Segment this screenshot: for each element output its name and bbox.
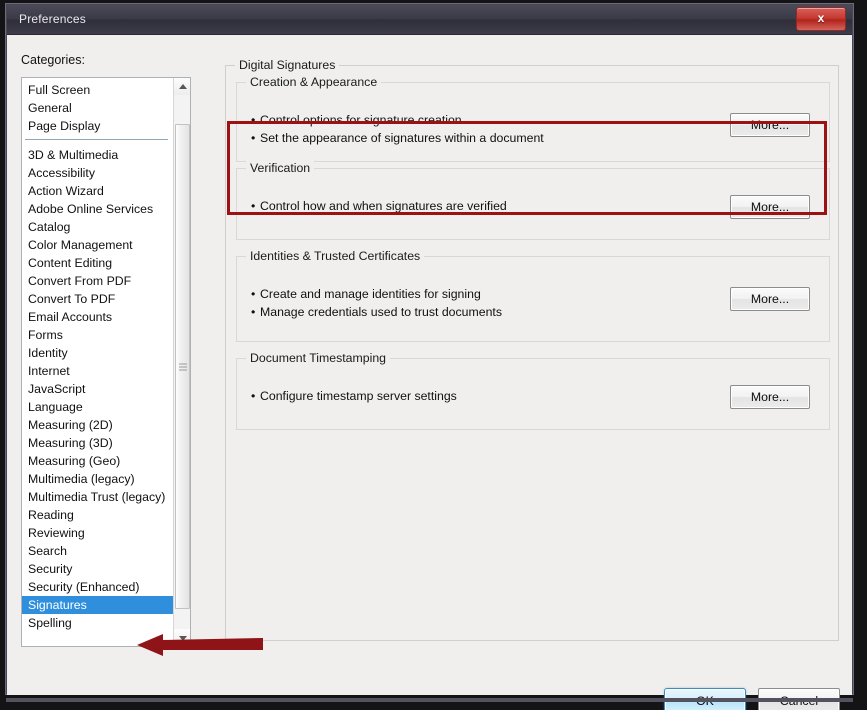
- preferences-window: Preferences x Categories: Full Screen Gen…: [6, 4, 853, 710]
- category-list-scrollbar[interactable]: [173, 78, 190, 646]
- more-button[interactable]: More...: [730, 113, 810, 137]
- category-item[interactable]: Language: [22, 398, 174, 416]
- bullet-item: • Create and manage identities for signin…: [251, 285, 502, 303]
- digital-signatures-group-title: Digital Signatures: [235, 58, 340, 72]
- category-item-selected[interactable]: Signatures: [22, 596, 174, 614]
- category-item[interactable]: Reading: [22, 506, 174, 524]
- categories-label: Categories:: [21, 53, 85, 67]
- category-item[interactable]: Measuring (Geo): [22, 452, 174, 470]
- category-item[interactable]: Identity: [22, 344, 174, 362]
- category-item[interactable]: Color Management: [22, 236, 174, 254]
- dialog-client-area: Categories: Full Screen General Page Displ…: [7, 35, 852, 710]
- triangle-up-icon: [178, 83, 187, 89]
- category-item[interactable]: Catalog: [22, 218, 174, 236]
- screen: Preferences x Categories: Full Screen Gen…: [0, 0, 867, 710]
- category-item[interactable]: Adobe Online Services: [22, 200, 174, 218]
- section-bullet-list: • Control how and when signatures are ver…: [251, 197, 507, 215]
- bullet-item: • Configure timestamp server settings: [251, 387, 457, 405]
- category-item[interactable]: Content Editing: [22, 254, 174, 272]
- triangle-down-icon: [178, 635, 187, 641]
- section-group: Verification • Control how and when signat…: [236, 161, 830, 240]
- category-item[interactable]: Measuring (3D): [22, 434, 174, 452]
- scrollbar-thumb[interactable]: [175, 124, 190, 609]
- digital-signatures-group: Digital Signatures Creation & Appearance…: [225, 58, 839, 641]
- scroll-down-arrow-icon[interactable]: [174, 629, 190, 646]
- bullet-dot-icon: •: [251, 113, 256, 127]
- category-item[interactable]: Action Wizard: [22, 182, 174, 200]
- category-listbox[interactable]: Full Screen General Page Display 3D & Multi…: [21, 77, 191, 647]
- category-list-separator: [22, 135, 174, 146]
- category-item[interactable]: Forms: [22, 326, 174, 344]
- category-item[interactable]: Accessibility: [22, 164, 174, 182]
- category-item[interactable]: Convert From PDF: [22, 272, 174, 290]
- category-item[interactable]: Multimedia (legacy): [22, 470, 174, 488]
- more-button[interactable]: More...: [730, 385, 810, 409]
- bullet-dot-icon: •: [251, 305, 256, 319]
- scrollbar-grip-icon: [179, 363, 187, 370]
- category-item[interactable]: General: [22, 99, 174, 117]
- section-title: Verification: [246, 161, 315, 175]
- category-item[interactable]: Measuring (2D): [22, 416, 174, 434]
- close-x-icon: x: [817, 11, 825, 25]
- scroll-up-arrow-icon[interactable]: [174, 78, 190, 95]
- section-title: Identities & Trusted Certificates: [246, 249, 425, 263]
- title-bar: Preferences x: [7, 5, 852, 35]
- close-button[interactable]: x: [796, 7, 846, 31]
- category-item[interactable]: Security: [22, 560, 174, 578]
- bullet-text: Control how and when signatures are veri…: [260, 199, 507, 213]
- category-item[interactable]: Reviewing: [22, 524, 174, 542]
- section-group: Document Timestamping • Configure timestam…: [236, 351, 830, 430]
- bullet-dot-icon: •: [251, 131, 256, 145]
- bullet-text: Create and manage identities for signing: [260, 287, 481, 301]
- section-bullet-list: • Configure timestamp server settings: [251, 387, 457, 405]
- category-item[interactable]: Spelling: [22, 614, 174, 632]
- bullet-dot-icon: •: [251, 287, 256, 301]
- category-item[interactable]: Internet: [22, 362, 174, 380]
- bullet-item: • Control how and when signatures are ver…: [251, 197, 507, 215]
- bullet-item: • Control options for signature creation: [251, 111, 544, 129]
- category-list-items: Full Screen General Page Display 3D & Multi…: [22, 78, 174, 632]
- section-bullet-list: • Create and manage identities for signin…: [251, 285, 502, 321]
- bullet-text: Control options for signature creation: [260, 113, 462, 127]
- category-item[interactable]: Convert To PDF: [22, 290, 174, 308]
- bullet-text: Set the appearance of signatures within …: [260, 131, 544, 145]
- bullet-item: • Manage credentials used to trust docume…: [251, 303, 502, 321]
- window-title: Preferences: [19, 12, 86, 26]
- bullet-item: • Set the appearance of signatures within…: [251, 129, 544, 147]
- section-group: Creation & Appearance • Control options fo…: [236, 75, 830, 162]
- category-item[interactable]: Page Display: [22, 117, 174, 135]
- section-bullet-list: • Control options for signature creation •…: [251, 111, 544, 147]
- category-item[interactable]: Full Screen: [22, 81, 174, 99]
- bullet-dot-icon: •: [251, 389, 256, 403]
- right-pane: Digital Signatures Creation & Appearance…: [225, 53, 839, 641]
- section-title: Creation & Appearance: [246, 75, 382, 89]
- more-button[interactable]: More...: [730, 195, 810, 219]
- window-bottom-edge: [6, 698, 853, 702]
- category-item[interactable]: Multimedia Trust (legacy): [22, 488, 174, 506]
- category-item[interactable]: 3D & Multimedia: [22, 146, 174, 164]
- category-item[interactable]: Search: [22, 542, 174, 560]
- category-item[interactable]: JavaScript: [22, 380, 174, 398]
- bullet-text: Configure timestamp server settings: [260, 389, 457, 403]
- bullet-text: Manage credentials used to trust documen…: [260, 305, 502, 319]
- section-group: Identities & Trusted Certificates • Create…: [236, 249, 830, 342]
- more-button[interactable]: More...: [730, 287, 810, 311]
- bullet-dot-icon: •: [251, 199, 256, 213]
- category-item[interactable]: Security (Enhanced): [22, 578, 174, 596]
- category-item[interactable]: Email Accounts: [22, 308, 174, 326]
- section-title: Document Timestamping: [246, 351, 391, 365]
